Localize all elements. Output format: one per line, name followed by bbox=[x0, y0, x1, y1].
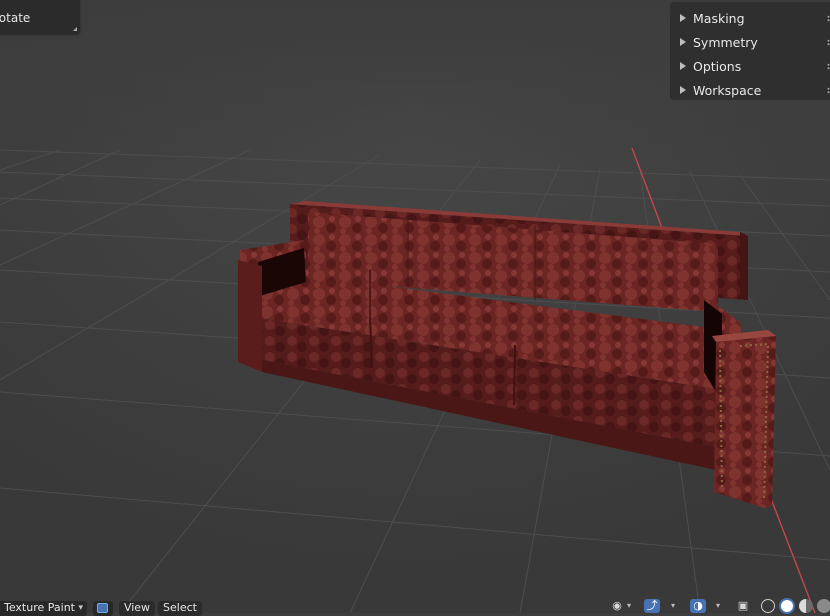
panel-masking[interactable]: Masking bbox=[670, 6, 830, 30]
disclosure-triangle-icon bbox=[680, 14, 686, 22]
panel-symmetry-label: Symmetry bbox=[693, 34, 758, 50]
overlay-icon[interactable]: ◑ bbox=[690, 599, 706, 613]
menu-select[interactable]: Select bbox=[158, 601, 202, 616]
operator-redo-panel[interactable]: Rotate bbox=[0, 0, 80, 34]
chevron-down-icon[interactable]: ▾ bbox=[671, 601, 675, 610]
operator-label: Rotate bbox=[0, 11, 31, 25]
menu-view[interactable]: View bbox=[119, 601, 155, 616]
mode-dropdown[interactable]: Texture Paint ▾ bbox=[0, 601, 87, 616]
tool-settings-panel: Masking Symmetry Options Workspace bbox=[670, 2, 830, 100]
paint-mask-toggle[interactable] bbox=[93, 601, 113, 616]
wireframe-shading-icon[interactable] bbox=[761, 599, 775, 613]
panel-workspace[interactable]: Workspace bbox=[670, 78, 830, 102]
chevron-down-icon[interactable]: ▾ bbox=[627, 601, 631, 610]
viewport-header: Texture Paint ▾ View Select ◉ ▾ ⤴ ▾ ◑ ▾ … bbox=[0, 598, 830, 616]
chevron-down-icon[interactable]: ▾ bbox=[716, 601, 720, 610]
rendered-shading-icon[interactable] bbox=[817, 599, 830, 613]
solid-shading-icon[interactable] bbox=[779, 598, 795, 614]
visibility-eye-icon[interactable]: ◉ bbox=[609, 599, 625, 613]
panel-masking-label: Masking bbox=[693, 10, 745, 26]
xray-icon[interactable]: ▣ bbox=[735, 599, 751, 613]
panel-symmetry[interactable]: Symmetry bbox=[670, 30, 830, 54]
expand-corner-icon[interactable] bbox=[73, 27, 77, 31]
panel-options[interactable]: Options bbox=[670, 54, 830, 78]
disclosure-triangle-icon bbox=[680, 62, 686, 70]
disclosure-triangle-icon bbox=[680, 38, 686, 46]
paint-mask-icon bbox=[97, 603, 108, 613]
gizmo-icon[interactable]: ⤴ bbox=[644, 599, 660, 613]
material-preview-icon[interactable] bbox=[799, 599, 813, 613]
panel-options-label: Options bbox=[693, 58, 742, 74]
disclosure-triangle-icon bbox=[680, 86, 686, 94]
mode-label: Texture Paint bbox=[4, 601, 75, 614]
chevron-down-icon: ▾ bbox=[78, 603, 83, 613]
panel-workspace-label: Workspace bbox=[693, 82, 762, 98]
